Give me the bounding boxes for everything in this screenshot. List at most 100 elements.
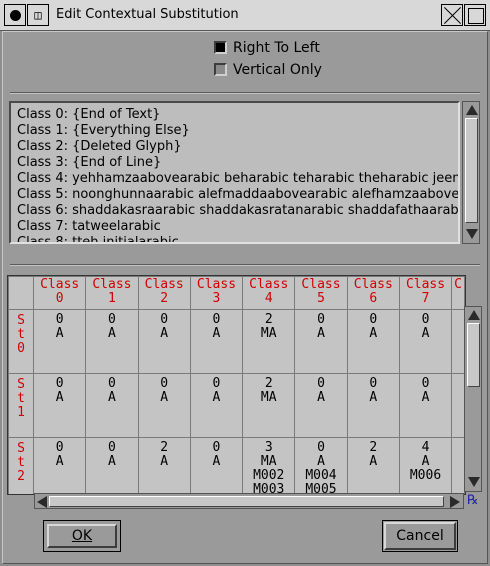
grid-cell[interactable]: 2A: [137, 437, 191, 494]
cell-flags: A: [212, 454, 221, 469]
grid-cell[interactable]: 3 MA M002 M003: [242, 437, 296, 494]
column-header[interactable]: Class 7: [398, 276, 453, 310]
row-header[interactable]: St0: [8, 309, 35, 374]
row-header[interactable]: St2: [8, 437, 35, 494]
class-list-item[interactable]: Class 1: {Everything Else}: [17, 123, 190, 138]
grid-cell[interactable]: 0A: [346, 373, 400, 438]
state-table[interactable]: Class 0 Class 1 Class 2 Class 3 Class 4 Class…: [7, 275, 466, 495]
maximize-button[interactable]: [464, 4, 486, 26]
cell-flags: A: [421, 454, 430, 469]
grid-cell[interactable]: 0A: [294, 373, 348, 438]
right-to-left-checkbox[interactable]: [214, 41, 227, 54]
row-header-char: 0: [17, 341, 25, 356]
window-menu-button[interactable]: [4, 4, 26, 26]
cell-flags: MA: [260, 390, 277, 405]
row-header-char: t: [17, 391, 25, 406]
column-header-label: Class: [92, 277, 132, 292]
column-header[interactable]: Class 4: [242, 276, 296, 310]
grid-cell[interactable]: 0A: [33, 309, 87, 374]
cell-mark-macro: M002: [253, 468, 285, 483]
class-list-scroll-thumb[interactable]: [465, 118, 478, 223]
cell-flags: A: [108, 390, 116, 405]
maximize-icon: [468, 8, 484, 24]
class-list-item[interactable]: Class 6: shaddakasraarabic shaddakasrata…: [17, 203, 458, 218]
cell-flags: A: [55, 454, 64, 469]
grid-cell[interactable]: 0A: [137, 309, 191, 374]
title-bar[interactable]: ◫ Edit Contextual Substitution: [0, 0, 490, 31]
corner-glyph-icon: ℞: [467, 493, 479, 508]
scroll-right-arrow-icon[interactable]: [450, 496, 460, 508]
cell-next-state: 0: [108, 376, 116, 391]
grid-cell[interactable]: 0A: [85, 437, 139, 494]
grid-cell[interactable]: 0A: [33, 437, 87, 494]
cell-flags: A: [160, 454, 169, 469]
grid-cell[interactable]: 0A: [137, 373, 191, 438]
row-header[interactable]: St1: [8, 373, 35, 438]
scroll-up-arrow-icon[interactable]: [468, 310, 480, 320]
cell-flags: A: [160, 326, 169, 341]
cell-flags: A: [108, 326, 116, 341]
grid-horizontal-scrollbar[interactable]: [34, 493, 464, 509]
state-grid[interactable]: Class 0 Class 1 Class 2 Class 3 Class 4 Class…: [8, 276, 465, 494]
column-header[interactable]: Class 3: [189, 276, 244, 310]
cell-next-state: 0: [55, 312, 64, 327]
grid-cell[interactable]: 0A: [85, 373, 139, 438]
column-header[interactable]: Class 2: [137, 276, 191, 310]
grid-cell[interactable]: 0A: [85, 309, 139, 374]
cell-flags: A: [317, 326, 325, 341]
column-header[interactable]: Class 6: [346, 276, 400, 310]
class-list-item[interactable]: Class 7: tatweelarabic: [17, 219, 161, 234]
column-header-label: Class: [353, 277, 393, 292]
grid-cell[interactable]: 4 A M006: [398, 437, 453, 494]
shade-button[interactable]: ◫: [27, 4, 49, 26]
grid-cell[interactable]: 2A: [346, 437, 400, 494]
class-list-item[interactable]: Class 0: {End of Text}: [17, 107, 160, 122]
grid-cell[interactable]: 0 A M004 M005: [294, 437, 348, 494]
grid-cell[interactable]: [451, 373, 465, 438]
scroll-up-arrow-icon[interactable]: [466, 105, 478, 115]
cell-next-state: 0: [108, 312, 116, 327]
cell-next-state: 0: [212, 312, 221, 327]
cell-flags: A: [317, 390, 325, 405]
class-list[interactable]: Class 0: {End of Text} Class 1: {Everyth…: [9, 101, 460, 244]
grid-vertical-scroll-thumb[interactable]: [467, 323, 480, 387]
ok-button[interactable]: OK: [47, 524, 117, 548]
column-header[interactable]: Class 0: [33, 276, 87, 310]
grid-cell[interactable]: 0A: [398, 373, 453, 438]
column-header[interactable]: Class 5: [294, 276, 348, 310]
grid-cell[interactable]: 0A: [189, 437, 244, 494]
class-list-item[interactable]: Class 3: {End of Line}: [17, 155, 161, 170]
class-list-item[interactable]: Class 8: tteh.initialarabic: [17, 235, 179, 242]
cell-next-state: 0: [317, 376, 325, 391]
grid-horizontal-scroll-thumb[interactable]: [49, 496, 444, 507]
right-to-left-label[interactable]: Right To Left: [233, 40, 320, 56]
column-header[interactable]: C: [451, 276, 465, 310]
grid-cell[interactable]: 0A: [398, 309, 453, 374]
grid-cell[interactable]: 0A: [346, 309, 400, 374]
grid-cell[interactable]: [451, 437, 465, 494]
class-list-scrollbar[interactable]: [462, 101, 480, 244]
grid-cell[interactable]: 0A: [294, 309, 348, 374]
cell-next-state: 0: [369, 312, 378, 327]
column-header[interactable]: Class 1: [85, 276, 139, 310]
column-header-number: 6: [369, 291, 378, 306]
scroll-down-arrow-icon[interactable]: [468, 477, 480, 487]
column-header-label: Class: [301, 277, 341, 292]
cancel-button[interactable]: Cancel: [384, 522, 456, 550]
cell-flags: A: [55, 390, 64, 405]
class-list-item[interactable]: Class 2: {Deleted Glyph}: [17, 139, 182, 154]
grid-vertical-scrollbar[interactable]: [464, 306, 482, 492]
class-list-item[interactable]: Class 4: yehhamzaabovearabic beharabic t…: [17, 171, 458, 186]
scroll-left-arrow-icon[interactable]: [37, 496, 47, 508]
grid-cell[interactable]: 0A: [189, 373, 244, 438]
vertical-only-label[interactable]: Vertical Only: [233, 62, 322, 78]
close-button[interactable]: [441, 4, 463, 26]
grid-cell[interactable]: 2 MA: [242, 309, 296, 374]
grid-cell[interactable]: 0A: [33, 373, 87, 438]
grid-cell[interactable]: [451, 309, 465, 374]
vertical-only-checkbox[interactable]: [214, 63, 227, 76]
grid-cell[interactable]: 0A: [189, 309, 244, 374]
scroll-down-arrow-icon[interactable]: [466, 229, 478, 239]
class-list-item[interactable]: Class 5: noonghunnaarabic alefmaddaabove…: [17, 187, 458, 202]
grid-cell[interactable]: 2 MA: [242, 373, 296, 438]
